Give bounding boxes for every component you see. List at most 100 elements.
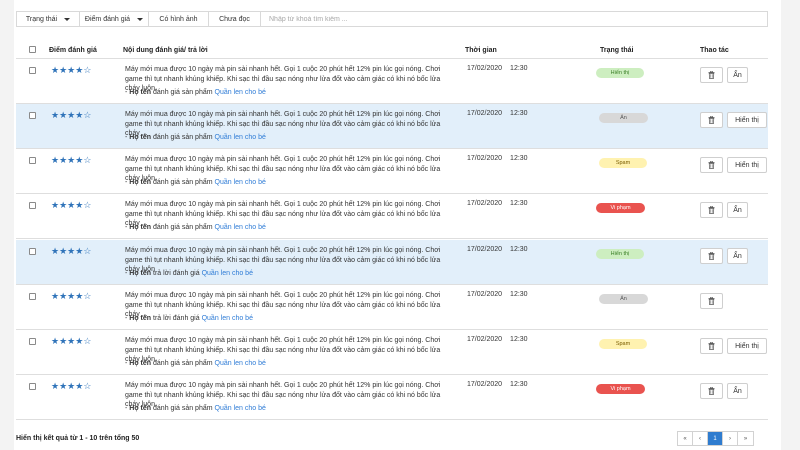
results-summary: Hiển thị kết quả từ 1 - 10 trên tổng 50: [16, 435, 140, 442]
star-empty-icon: ☆: [83, 155, 92, 165]
review-time: 12:30: [510, 291, 528, 298]
table-row: ★★★★☆ Máy mới mua được 10 ngày mà pin sài…: [16, 59, 768, 104]
status-badge: Ẩn: [599, 294, 648, 304]
review-meta: - Họ tên trả lời đánh giá Quần len cho b…: [125, 315, 253, 322]
table-row: ★★★★☆ Máy mới mua được 10 ngày mà pin sài…: [16, 149, 768, 194]
toggle-visibility-button[interactable]: Hiển thị: [727, 112, 767, 128]
reviewer-name: Họ tên: [129, 270, 152, 277]
review-action-text: trả lời đánh giá: [153, 270, 200, 277]
table-row: ★★★★☆ Máy mới mua được 10 ngày mà pin sài…: [16, 285, 768, 330]
has-image-filter[interactable]: Có hình ảnh: [149, 12, 209, 26]
product-link[interactable]: Quần len cho bé: [202, 315, 253, 322]
review-date: 17/02/2020: [467, 336, 503, 343]
review-date: 17/02/2020: [467, 200, 503, 207]
row-checkbox[interactable]: [29, 112, 36, 119]
star-empty-icon: ☆: [83, 200, 92, 210]
prev-page-button[interactable]: ‹: [693, 432, 708, 445]
search-input[interactable]: [269, 15, 767, 23]
star-filled-icon: ★: [51, 155, 60, 165]
review-time: 12:30: [510, 65, 528, 72]
review-meta: - Họ tên trả lời đánh giá Quần len cho b…: [125, 270, 253, 277]
toggle-visibility-button[interactable]: Ẩn: [727, 248, 748, 264]
delete-button[interactable]: [700, 202, 723, 218]
star-rating: ★★★★☆: [51, 382, 91, 391]
delete-button[interactable]: [700, 338, 723, 354]
delete-button[interactable]: [700, 293, 723, 309]
product-link[interactable]: Quần len cho bé: [215, 224, 266, 231]
header-content: Nội dung đánh giá/ trả lời: [123, 47, 208, 54]
review-time: 12:30: [510, 336, 528, 343]
star-rating: ★★★★☆: [51, 156, 91, 165]
unread-filter[interactable]: Chưa đọc: [209, 12, 261, 26]
star-filled-icon: ★: [59, 110, 68, 120]
product-link[interactable]: Quần len cho bé: [202, 270, 253, 277]
toggle-visibility-button[interactable]: Ẩn: [727, 202, 748, 218]
unread-filter-label: Chưa đọc: [219, 15, 250, 23]
star-empty-icon: ☆: [83, 246, 92, 256]
toggle-visibility-button[interactable]: Ẩn: [727, 67, 748, 83]
has-image-filter-label: Có hình ảnh: [159, 15, 198, 23]
pagination: « ‹ 1 › »: [677, 431, 754, 446]
table-header: Điểm đánh giá Nội dung đánh giá/ trả lời…: [16, 43, 768, 59]
reviewer-name: Họ tên: [129, 224, 152, 231]
header-actions: Thao tác: [700, 47, 729, 54]
star-empty-icon: ☆: [83, 336, 92, 346]
product-link[interactable]: Quần len cho bé: [215, 405, 266, 412]
review-meta: - Họ tên đánh giá sản phẩm Quần len cho …: [125, 360, 266, 367]
status-filter-label: Trạng thái: [25, 15, 58, 23]
reviewer-name: Họ tên: [129, 179, 152, 186]
star-rating: ★★★★☆: [51, 292, 91, 301]
review-datetime: 17/02/2020 12:30: [467, 110, 528, 117]
toggle-visibility-button[interactable]: Hiển thị: [727, 157, 767, 173]
toggle-visibility-button[interactable]: Hiển thị: [727, 338, 767, 354]
status-badge: Hiển thị: [596, 249, 644, 259]
star-rating: ★★★★☆: [51, 337, 91, 346]
trash-icon: [708, 206, 715, 214]
delete-button[interactable]: [700, 383, 723, 399]
star-filled-icon: ★: [59, 246, 68, 256]
caret-down-icon: [137, 17, 144, 21]
select-all-checkbox[interactable]: [29, 46, 36, 53]
review-datetime: 17/02/2020 12:30: [467, 200, 528, 207]
review-meta: - Họ tên đánh giá sản phẩm Quần len cho …: [125, 179, 266, 186]
reviewer-name: Họ tên: [129, 405, 152, 412]
row-checkbox[interactable]: [29, 293, 36, 300]
delete-button[interactable]: [700, 67, 723, 83]
star-filled-icon: ★: [59, 200, 68, 210]
row-checkbox[interactable]: [29, 248, 36, 255]
row-checkbox[interactable]: [29, 383, 36, 390]
page-1-button[interactable]: 1: [708, 432, 723, 445]
review-date: 17/02/2020: [467, 246, 503, 253]
table-row: ★★★★☆ Máy mới mua được 10 ngày mà pin sài…: [16, 330, 768, 375]
status-filter-dropdown[interactable]: Trạng thái: [17, 12, 80, 26]
rating-filter-label: Điểm đánh giá: [84, 15, 131, 23]
product-link[interactable]: Quần len cho bé: [215, 360, 266, 367]
delete-button[interactable]: [700, 248, 723, 264]
delete-button[interactable]: [700, 112, 723, 128]
trash-icon: [708, 342, 715, 350]
rating-filter-dropdown[interactable]: Điểm đánh giá: [80, 12, 149, 26]
last-page-button[interactable]: »: [738, 432, 753, 445]
row-checkbox[interactable]: [29, 338, 36, 345]
first-page-button[interactable]: «: [678, 432, 693, 445]
star-filled-icon: ★: [59, 336, 68, 346]
row-checkbox[interactable]: [29, 67, 36, 74]
star-filled-icon: ★: [59, 291, 68, 301]
star-filled-icon: ★: [51, 381, 60, 391]
product-link[interactable]: Quần len cho bé: [215, 134, 266, 141]
next-page-button[interactable]: ›: [723, 432, 738, 445]
star-filled-icon: ★: [59, 381, 68, 391]
star-rating: ★★★★☆: [51, 66, 91, 75]
reviewer-name: Họ tên: [129, 89, 152, 96]
search-box: [261, 12, 767, 26]
row-checkbox[interactable]: [29, 157, 36, 164]
review-time: 12:30: [510, 381, 528, 388]
row-checkbox[interactable]: [29, 202, 36, 209]
star-filled-icon: ★: [51, 200, 60, 210]
delete-button[interactable]: [700, 157, 723, 173]
star-empty-icon: ☆: [83, 291, 92, 301]
product-link[interactable]: Quần len cho bé: [215, 179, 266, 186]
toggle-visibility-button[interactable]: Ẩn: [727, 383, 748, 399]
trash-icon: [708, 71, 715, 79]
product-link[interactable]: Quần len cho bé: [215, 89, 266, 96]
